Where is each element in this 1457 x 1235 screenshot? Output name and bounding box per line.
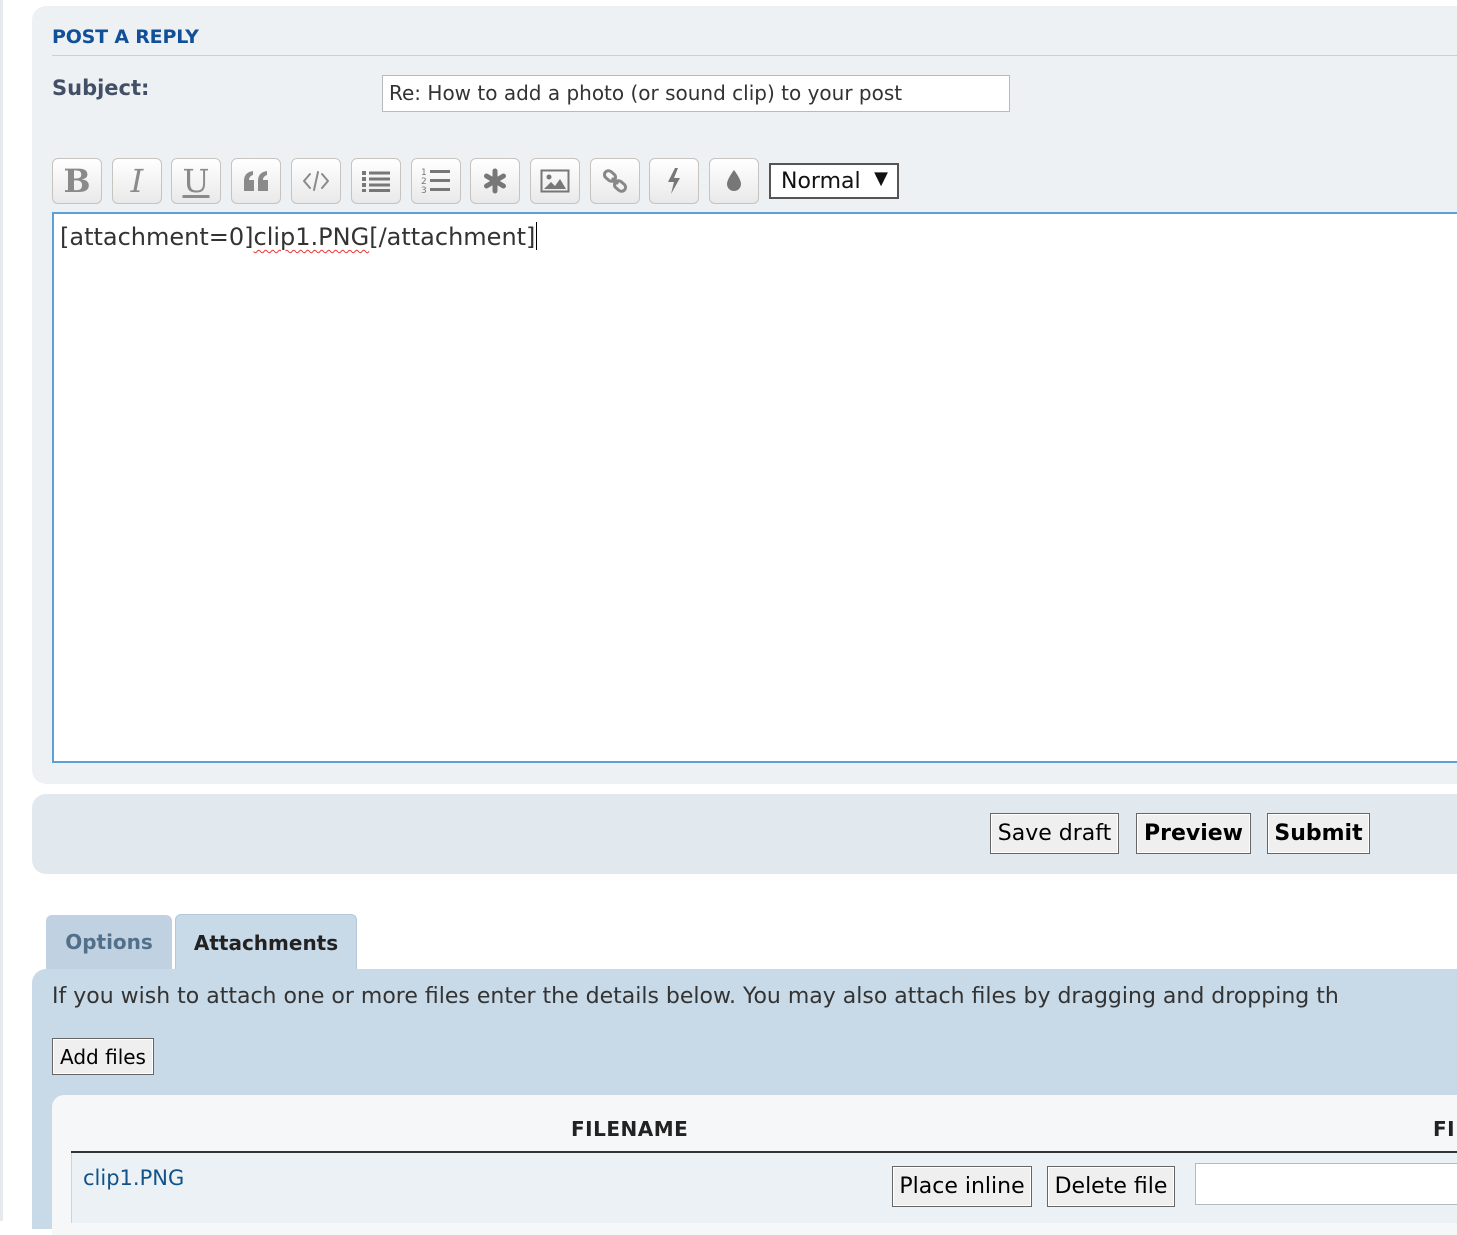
image-button[interactable] bbox=[530, 158, 580, 204]
underline-icon: U bbox=[182, 162, 210, 200]
page-edge bbox=[0, 0, 3, 1221]
url-button[interactable] bbox=[590, 158, 640, 204]
bullet-list-icon bbox=[362, 171, 390, 192]
tab-options[interactable]: Options bbox=[46, 915, 172, 969]
droplet-icon bbox=[727, 170, 741, 191]
editor-text-before: [attachment=0] bbox=[60, 223, 254, 251]
lightning-icon bbox=[668, 168, 680, 194]
editor-text-misspelled: clip1.PNG bbox=[253, 223, 370, 251]
list-item-button[interactable] bbox=[470, 158, 520, 204]
delete-file-button[interactable]: Delete file bbox=[1047, 1166, 1175, 1207]
submit-button[interactable]: Submit bbox=[1267, 813, 1370, 854]
numbered-list-icon: 1 2 3 bbox=[421, 168, 450, 195]
color-button[interactable] bbox=[709, 158, 759, 204]
code-button[interactable] bbox=[291, 158, 341, 204]
attachments-instructions: If you wish to attach one or more files … bbox=[52, 984, 1339, 1009]
code-icon bbox=[303, 171, 329, 191]
list-button[interactable] bbox=[351, 158, 401, 204]
asterisk-icon bbox=[484, 168, 506, 194]
image-icon bbox=[540, 169, 570, 193]
quote-icon bbox=[244, 171, 268, 191]
column-header-comment: FI bbox=[1433, 1117, 1456, 1141]
file-comment-input[interactable] bbox=[1195, 1163, 1457, 1205]
underline-button[interactable]: U bbox=[171, 158, 221, 204]
flash-button[interactable] bbox=[649, 158, 699, 204]
tab-attachments[interactable]: Attachments bbox=[175, 914, 357, 971]
bold-button[interactable]: B bbox=[52, 158, 102, 204]
bold-icon: B bbox=[63, 162, 91, 200]
italic-icon: I bbox=[130, 162, 144, 200]
link-icon bbox=[602, 169, 628, 193]
font-size-value: Normal bbox=[781, 168, 861, 194]
preview-button[interactable]: Preview bbox=[1136, 813, 1251, 854]
place-inline-button[interactable]: Place inline bbox=[892, 1166, 1032, 1207]
quote-button[interactable] bbox=[231, 158, 281, 204]
dropdown-arrow-icon: ▼ bbox=[874, 168, 888, 189]
message-editor[interactable]: [attachment=0]clip1.PNG[/attachment] bbox=[52, 212, 1457, 763]
italic-button[interactable]: I bbox=[112, 158, 162, 204]
divider bbox=[52, 55, 1457, 56]
subject-input[interactable] bbox=[382, 75, 1010, 112]
column-header-filename: FILENAME bbox=[571, 1117, 689, 1141]
add-files-button[interactable]: Add files bbox=[52, 1038, 154, 1075]
save-draft-button[interactable]: Save draft bbox=[990, 813, 1119, 854]
svg-text:3: 3 bbox=[421, 186, 427, 195]
font-size-select[interactable]: Normal ▼ bbox=[769, 163, 899, 199]
editor-text-after: [/attachment] bbox=[369, 223, 536, 251]
page-title: POST A REPLY bbox=[52, 26, 199, 48]
ordered-list-button[interactable]: 1 2 3 bbox=[411, 158, 461, 204]
attachment-filename-link[interactable]: clip1.PNG bbox=[83, 1166, 184, 1190]
text-caret bbox=[536, 222, 538, 250]
subject-label: Subject: bbox=[52, 76, 150, 100]
